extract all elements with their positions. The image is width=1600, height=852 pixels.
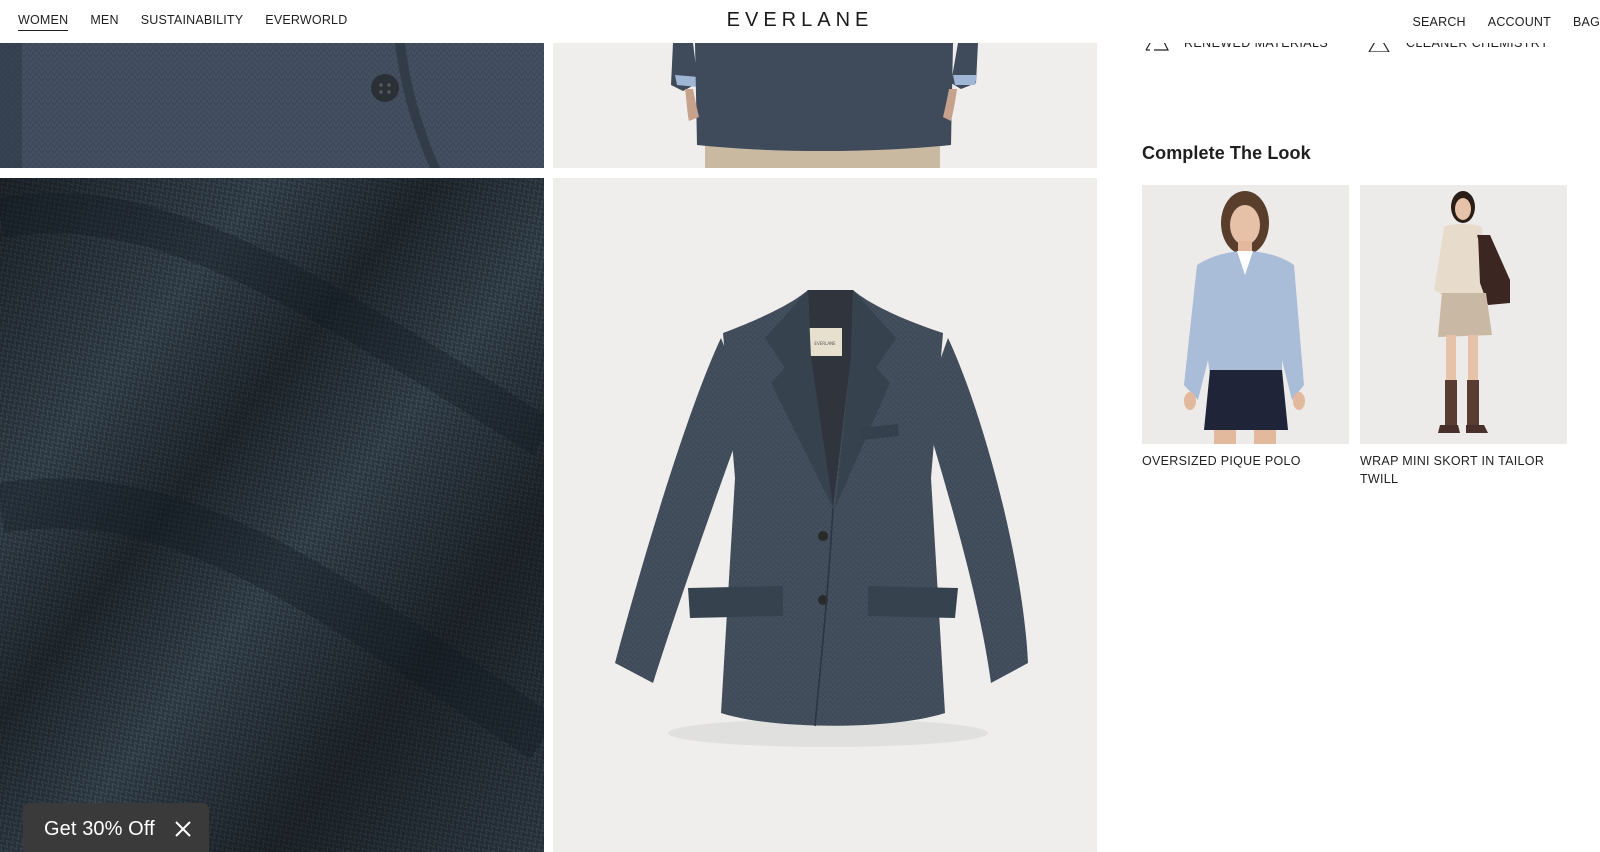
complete-the-look-heading: Complete The Look [1142,143,1311,163]
site-logo[interactable]: EVERLANE [0,9,1600,32]
product-image-flatlay-button[interactable]: EVERLANE [553,178,1097,852]
product-card-wrap-mini-skort[interactable]: WRAP MINI SKORT IN TAILOR TWILL [1360,185,1567,488]
bag-link[interactable]: BAG [1573,15,1600,29]
promo-text[interactable]: Get 30% Off [44,818,155,841]
product-image-detail-button[interactable] [0,43,544,168]
product-image[interactable] [1360,185,1567,444]
utility-nav: SEARCH ACCOUNT BAG [1412,0,1600,43]
blazer-closeup-image [0,43,544,168]
product-name[interactable]: WRAP MINI SKORT IN TAILOR TWILL [1360,452,1567,488]
search-link[interactable]: SEARCH [1412,15,1465,29]
skort-model-image [1360,185,1567,444]
product-card-pique-polo[interactable]: OVERSIZED PIQUE POLO [1142,185,1349,470]
product-name[interactable]: OVERSIZED PIQUE POLO [1142,452,1349,470]
svg-text:EVERLANE: EVERLANE [814,341,836,346]
model-blazer-image [553,43,1097,168]
product-image-model-button[interactable] [553,43,1097,168]
product-image[interactable] [1142,185,1349,444]
product-image-fabric-button[interactable] [0,178,544,852]
polo-model-image [1142,185,1349,444]
blazer-flatlay-image: EVERLANE [553,178,1097,852]
site-header: WOMEN MEN SUSTAINABILITY EVERWORLD EVERL… [0,0,1600,43]
account-link[interactable]: ACCOUNT [1488,15,1551,29]
promo-banner-button[interactable]: Get 30% Off [23,803,209,852]
close-icon[interactable] [173,819,193,839]
fabric-texture-image [0,178,544,852]
